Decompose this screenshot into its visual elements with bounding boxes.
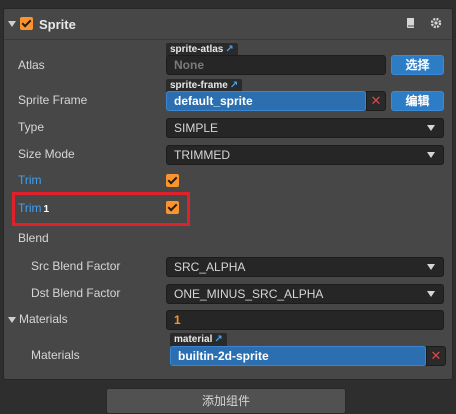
trim-label: Trim [18, 173, 42, 187]
atlas-field[interactable]: None [166, 55, 386, 75]
material-field[interactable]: builtin-2d-sprite [170, 346, 426, 366]
src-blend-factor-dropdown[interactable]: SRC_ALPHA [166, 257, 444, 277]
external-link-icon[interactable]: ↗ [225, 44, 233, 55]
sprite-frame-field[interactable]: default_sprite [166, 91, 366, 111]
type-dropdown[interactable]: SIMPLE [166, 118, 444, 138]
external-link-icon[interactable]: ↗ [214, 334, 222, 345]
type-label: Type [18, 120, 45, 134]
dst-blend-factor-dropdown[interactable]: ONE_MINUS_SRC_ALPHA [166, 284, 444, 304]
size-mode-dropdown[interactable]: TRIMMED [166, 145, 444, 165]
clear-sprite-frame-button[interactable]: ✕ [366, 91, 386, 111]
materials-group-label: Materials [19, 312, 68, 326]
external-link-icon[interactable]: ↗ [230, 80, 238, 91]
gear-icon[interactable] [430, 17, 442, 32]
component-header[interactable]: Sprite [4, 9, 452, 40]
component-enabled-checkbox[interactable] [20, 17, 33, 30]
material-tag-text: material [174, 334, 213, 345]
trim1-highlight-box [12, 192, 190, 226]
collapse-arrow-icon[interactable] [8, 21, 16, 27]
materials-item-label: Materials [31, 348, 80, 362]
dst-blend-factor-label: Dst Blend Factor [31, 286, 121, 300]
sprite-atlas-tag-text: sprite-atlas [170, 44, 224, 55]
sprite-frame-tag-text: sprite-frame [170, 80, 228, 91]
select-atlas-button[interactable]: 选择 [391, 55, 444, 75]
blend-label: Blend [18, 231, 49, 245]
clear-material-button[interactable]: ✕ [426, 346, 446, 366]
size-mode-label: Size Mode [18, 147, 75, 161]
component-title: Sprite [39, 17, 76, 32]
materials-count-field[interactable]: 1 [166, 310, 444, 330]
materials-collapse-arrow-icon[interactable] [8, 317, 16, 323]
material-tag: material ↗ [170, 333, 227, 346]
sprite-frame-label: Sprite Frame [18, 93, 88, 107]
trim-checkbox[interactable] [166, 174, 179, 187]
book-icon[interactable] [405, 17, 416, 32]
src-blend-factor-label: Src Blend Factor [31, 259, 121, 273]
edit-sprite-frame-button[interactable]: 编辑 [391, 91, 444, 111]
atlas-label: Atlas [18, 58, 45, 72]
add-component-button[interactable]: 添加组件 [106, 388, 346, 414]
